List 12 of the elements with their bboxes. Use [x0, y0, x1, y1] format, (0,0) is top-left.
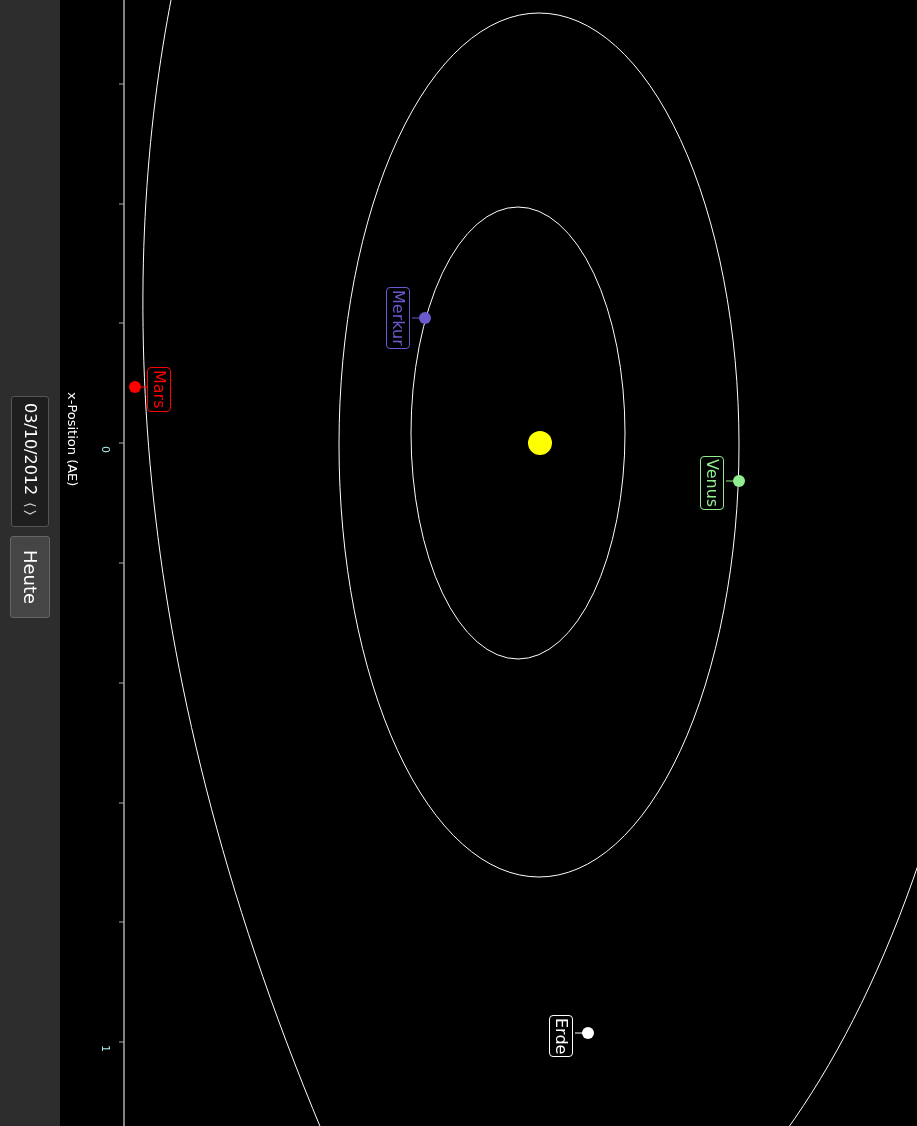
tick-label: 1 — [100, 1045, 111, 1052]
axis-title: x-Position (AE) — [66, 392, 79, 487]
planet-label: Merkur — [386, 287, 410, 349]
spinner-chevrons-icon[interactable] — [22, 503, 38, 516]
date-field[interactable]: 03/10/2012 — [11, 396, 49, 527]
planet-label: Erde — [549, 1015, 573, 1058]
planet-label: Mars — [147, 367, 171, 412]
sun — [528, 431, 552, 455]
today-button[interactable]: Heute — [10, 536, 50, 618]
date-value: 03/10/2012 — [22, 403, 38, 496]
tick-label: 0 — [100, 446, 111, 453]
planet-label: Venus — [700, 456, 724, 511]
